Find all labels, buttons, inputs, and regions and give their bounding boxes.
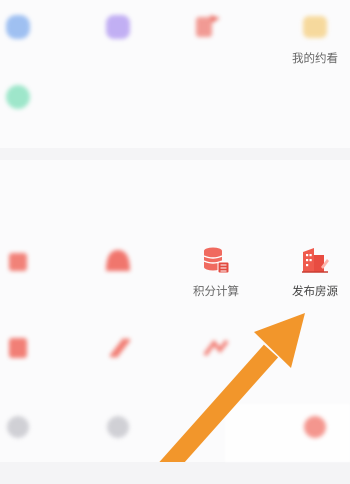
building-pen-icon (300, 245, 330, 275)
red-icon (300, 412, 330, 442)
tool-item-calc[interactable]: 积分计算 (173, 245, 259, 317)
tool-item-2[interactable] (75, 245, 161, 317)
tool-item-10[interactable] (272, 412, 350, 484)
database-calculator-icon (201, 245, 231, 275)
mint-icon (3, 82, 33, 112)
tool-item-1[interactable] (0, 245, 61, 317)
tool-item-publish[interactable]: 发布房源 (272, 245, 350, 317)
top-item-3[interactable] (164, 12, 250, 84)
red-dome-icon (103, 245, 133, 275)
tool-item-6[interactable] (75, 333, 161, 405)
gray-icon (103, 412, 133, 442)
purple-icon (103, 12, 133, 42)
tool-item-8[interactable] (0, 412, 61, 484)
gray-icon (3, 412, 33, 442)
top-item-1[interactable] (0, 12, 61, 84)
red-icon (103, 333, 133, 363)
red-icon (3, 333, 33, 363)
top-item-2[interactable] (75, 12, 161, 84)
top-item-4-label: 我的约看 (292, 51, 338, 65)
tool-item-5[interactable] (0, 333, 61, 405)
tool-item-7[interactable] (173, 333, 259, 405)
tool-item-calc-label: 积分计算 (193, 284, 239, 298)
yellow-icon (300, 12, 330, 42)
red-house-icon (3, 245, 33, 275)
red-flag-icon (192, 12, 222, 42)
tool-item-9[interactable] (75, 412, 161, 484)
blue-icon (3, 12, 33, 42)
tool-item-publish-label: 发布房源 (292, 284, 338, 298)
red-icon (201, 333, 231, 363)
top-item-5[interactable] (0, 82, 61, 154)
top-item-4[interactable]: 我的约看 (272, 12, 350, 84)
